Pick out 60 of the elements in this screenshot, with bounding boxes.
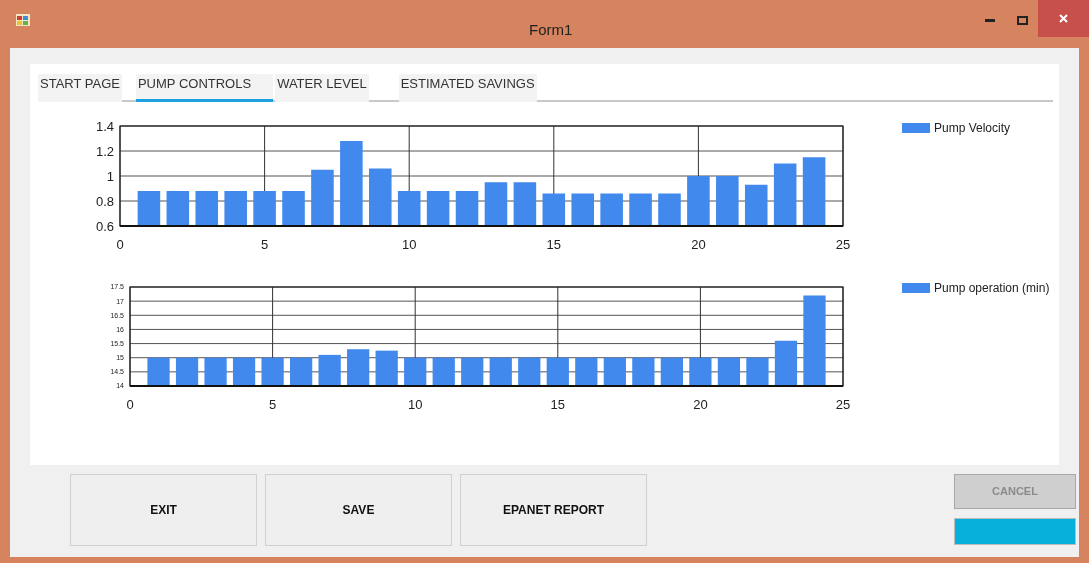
bar [397, 191, 421, 226]
axis-tick-label: 0 [116, 237, 124, 252]
axis-tick-label: 20 [693, 397, 708, 412]
bar [687, 176, 710, 226]
axis-tick-label: 15 [550, 397, 566, 412]
axis-tick-label: 1.2 [95, 143, 114, 159]
bar [542, 193, 566, 226]
axis-tick-label: 5 [261, 237, 269, 252]
bar [195, 191, 219, 226]
bar [166, 191, 190, 226]
axis-tick-label: 0.6 [95, 218, 114, 234]
axis-tick-label: 1 [106, 168, 114, 184]
legend-swatch [902, 283, 930, 293]
bar [369, 168, 392, 226]
bar [513, 182, 537, 226]
app-icon [16, 14, 30, 26]
tab[interactable]: START PAGE [38, 73, 122, 102]
action-button[interactable]: EPANET REPORT [460, 474, 647, 546]
bar [375, 350, 398, 386]
axis-tick-label: 25 [835, 237, 851, 252]
bar [484, 182, 508, 226]
legend-label: Pump operation (min) [934, 281, 1050, 295]
axis-tick-label: 10 [407, 397, 423, 412]
bar [658, 193, 681, 226]
bar [600, 193, 623, 226]
bar [318, 354, 341, 386]
bar [455, 191, 479, 226]
bar [802, 157, 826, 226]
bar [311, 169, 334, 226]
bar [716, 176, 739, 226]
legend-swatch [902, 123, 930, 133]
tab[interactable]: WATER LEVEL [275, 73, 369, 102]
axis-tick-label: 0 [126, 397, 134, 412]
bar [774, 340, 798, 386]
axis-tick-label: 10 [401, 237, 417, 252]
bar [347, 349, 370, 386]
tab[interactable]: PUMP CONTROLS [135, 73, 274, 102]
minimize-icon [985, 18, 995, 22]
bar [137, 191, 161, 226]
tab[interactable]: ESTIMATED SAVINGS [398, 73, 537, 102]
close-icon [1059, 14, 1068, 23]
axis-tick-label: 0.8 [95, 193, 114, 209]
bar [571, 193, 594, 226]
axis-tick-label: 15 [546, 237, 562, 252]
action-button[interactable]: SAVE [265, 474, 452, 546]
axis-tick-label: 25 [835, 397, 851, 412]
bar [282, 191, 305, 226]
bar [426, 191, 450, 226]
axis-tick-label: 1.4 [95, 118, 114, 134]
bar [744, 184, 768, 226]
window-title: Form1 [529, 20, 573, 40]
axis-tick-label: 20 [691, 237, 706, 252]
bar [773, 163, 797, 226]
legend-label: Pump Velocity [934, 121, 1011, 135]
bar [224, 191, 247, 226]
action-button[interactable]: EXIT [70, 474, 257, 546]
axis-tick-label: 5 [269, 397, 277, 412]
bar [629, 193, 652, 226]
bar [253, 191, 276, 226]
maximize-icon [1016, 15, 1028, 25]
